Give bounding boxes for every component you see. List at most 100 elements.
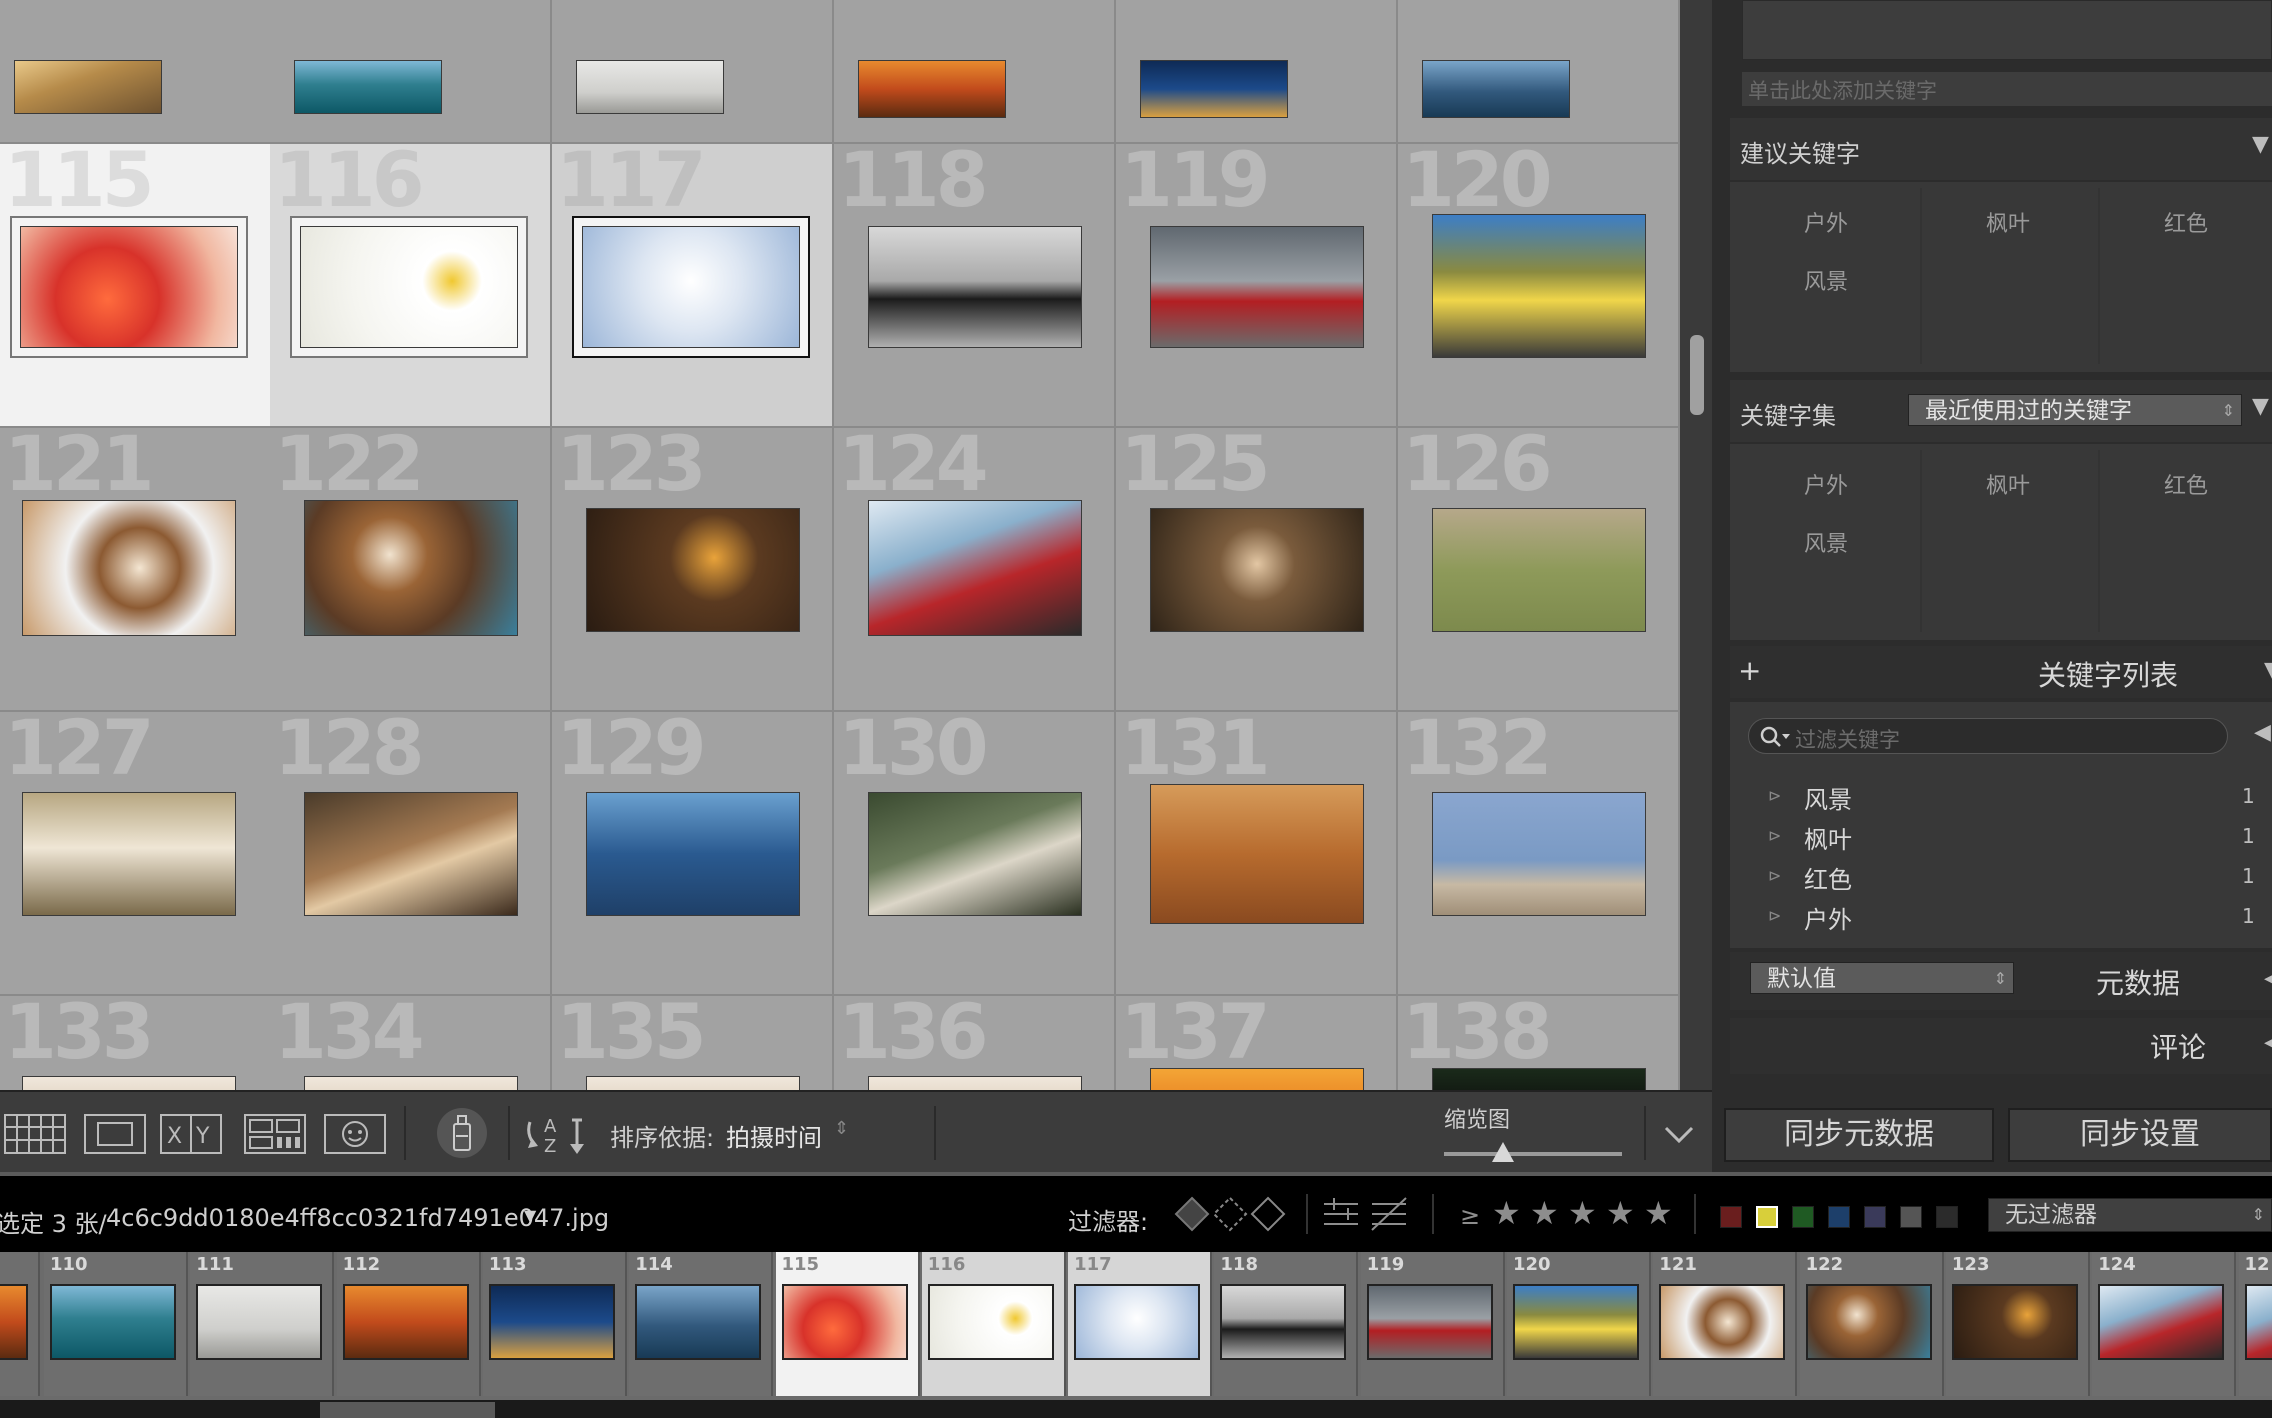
filmstrip-cell[interactable]	[0, 1252, 40, 1396]
photo-thumbnail[interactable]	[22, 1076, 236, 1090]
photo-thumbnail[interactable]	[1150, 1068, 1364, 1090]
grid-cell[interactable]: 137	[1116, 996, 1398, 1090]
keyword-tags-area[interactable]	[1742, 0, 2272, 60]
sort-value[interactable]: 拍摄时间	[726, 1118, 822, 1153]
grid-cell[interactable]: 122	[270, 428, 552, 712]
grid-cell[interactable]: 124	[834, 428, 1116, 712]
add-keyword-field[interactable]: 单击此处添加关键字	[1742, 72, 2272, 106]
suggested-keyword[interactable]: 红色	[2098, 206, 2272, 238]
filename-dropdown-icon[interactable]: ▼	[524, 1206, 536, 1225]
filmstrip-cell[interactable]: 12	[2238, 1252, 2272, 1396]
thumbnail-size-knob[interactable]	[1491, 1142, 1514, 1162]
grid-cell[interactable]: 123	[552, 428, 834, 712]
expand-arrow-icon[interactable]: ⊳	[1768, 866, 1781, 885]
filmstrip-thumbnail[interactable]	[927, 1284, 1054, 1360]
star-icon[interactable]: ★	[1606, 1194, 1635, 1232]
sort-dropdown-icon[interactable]: ⇕	[834, 1118, 849, 1139]
filmstrip-cell[interactable]: 121	[1653, 1252, 1798, 1396]
collapse-triangle-icon[interactable]: ▼	[2252, 132, 2269, 157]
color-label-swatch[interactable]	[1864, 1206, 1886, 1228]
filmstrip-cell[interactable]: 120	[1507, 1252, 1651, 1396]
photo-thumbnail[interactable]	[304, 792, 518, 916]
color-label-swatch[interactable]	[1900, 1206, 1922, 1228]
grid-cell[interactable]: 118	[834, 144, 1116, 428]
filmstrip-thumbnail[interactable]	[488, 1284, 615, 1360]
suggested-keyword[interactable]: 枫叶	[1920, 206, 2096, 238]
color-label-swatch[interactable]	[1756, 1206, 1778, 1228]
star-icon[interactable]: ★	[1644, 1194, 1673, 1232]
keyword-list-header[interactable]: + 关键字列表 ▼	[1730, 646, 2272, 698]
photo-thumbnail[interactable]	[1432, 792, 1646, 916]
photo-thumbnail[interactable]	[304, 500, 518, 636]
grid-cell[interactable]: 129	[552, 712, 834, 996]
expand-triangle-icon[interactable]: ◀	[2264, 1030, 2272, 1055]
photo-thumbnail[interactable]	[1150, 226, 1364, 348]
grid-cell[interactable]: 120	[1398, 144, 1680, 428]
people-view-icon[interactable]	[324, 1114, 386, 1154]
grid-cell[interactable]: 119	[1116, 144, 1398, 428]
color-label-swatch[interactable]	[1792, 1206, 1814, 1228]
expand-triangle-icon[interactable]: ◀	[2264, 966, 2272, 991]
photo-thumbnail[interactable]	[586, 792, 800, 916]
filmstrip-thumbnail[interactable]	[635, 1284, 762, 1360]
filmstrip-thumbnail[interactable]	[1513, 1284, 1639, 1360]
filmstrip-cell[interactable]: 112	[336, 1252, 481, 1396]
grid-cell[interactable]: 125	[1116, 428, 1398, 712]
photo-thumbnail[interactable]	[868, 792, 1082, 916]
expand-arrow-icon[interactable]: ⊳	[1768, 826, 1781, 845]
filmstrip-thumbnail[interactable]	[1659, 1284, 1786, 1360]
star-icon[interactable]: ★	[1530, 1194, 1559, 1232]
photo-thumbnail[interactable]	[868, 226, 1082, 348]
photo-thumbnail[interactable]	[304, 1076, 518, 1090]
grid-cell[interactable]: 133	[0, 996, 282, 1090]
color-label-swatch[interactable]	[1720, 1206, 1742, 1228]
grid-cell[interactable]: 134	[270, 996, 552, 1090]
grid-cell[interactable]: 115	[0, 144, 282, 428]
expand-arrow-icon[interactable]: ⊳	[1768, 906, 1781, 925]
grid-cell[interactable]	[1116, 0, 1398, 144]
filmstrip-thumbnail[interactable]	[196, 1284, 323, 1360]
filmstrip-cell[interactable]: 119	[1360, 1252, 1505, 1396]
grid-cell[interactable]: 121	[0, 428, 282, 712]
photo-thumbnail[interactable]	[1432, 1068, 1646, 1090]
grid-cell[interactable]: 117	[552, 144, 834, 428]
keyword-set-item[interactable]: 红色	[2098, 468, 2272, 500]
filmstrip-cell[interactable]: 117	[1068, 1252, 1213, 1396]
grid-cell[interactable]: 130	[834, 712, 1116, 996]
star-icon[interactable]: ★	[1492, 1194, 1521, 1232]
filmstrip-scrollbar-thumb[interactable]	[320, 1402, 495, 1418]
sync-settings-button[interactable]: 同步设置	[2008, 1108, 2272, 1162]
grid-cell[interactable]: 128	[270, 712, 552, 996]
filmstrip-cell[interactable]: 123	[1945, 1252, 2090, 1396]
filmstrip-cell[interactable]: 114	[629, 1252, 774, 1396]
color-label-swatch[interactable]	[1828, 1206, 1850, 1228]
grid-cell[interactable]: 131	[1116, 712, 1398, 996]
sync-metadata-button[interactable]: 同步元数据	[1724, 1108, 1994, 1162]
keyword-set-item[interactable]: 枫叶	[1920, 468, 2096, 500]
suggested-keywords-header[interactable]: 建议关键字 ▼	[1730, 118, 2272, 180]
grid-cell[interactable]: 136	[834, 996, 1116, 1090]
grid-cell[interactable]	[552, 0, 834, 144]
filmstrip-thumbnail[interactable]	[0, 1284, 28, 1360]
grid-cell[interactable]	[1398, 0, 1680, 144]
photo-thumbnail[interactable]	[1150, 508, 1364, 632]
compare-view-icon[interactable]: X Y	[160, 1114, 222, 1154]
filmstrip-cell[interactable]: 116	[921, 1252, 1066, 1396]
filmstrip-cell[interactable]: 113	[482, 1252, 627, 1396]
photo-thumbnail[interactable]	[574, 218, 808, 356]
photo-thumbnail[interactable]	[294, 60, 442, 114]
filmstrip-thumbnail[interactable]	[2098, 1284, 2225, 1360]
clear-filter-triangle-icon[interactable]: ◀	[2254, 720, 2271, 745]
toolbar-menu-chevron-icon[interactable]	[1664, 1126, 1694, 1144]
photo-thumbnail[interactable]	[586, 1076, 800, 1090]
color-label-swatch[interactable]	[1936, 1206, 1958, 1228]
suggested-keyword[interactable]: 户外	[1738, 206, 1914, 238]
comments-header[interactable]: 评论 ◀	[1730, 1018, 2272, 1074]
sort-order-icon[interactable]: A Z	[524, 1110, 594, 1158]
flag-filter-icons[interactable]	[1172, 1194, 1288, 1234]
filmstrip-cell[interactable]: 110	[44, 1252, 188, 1396]
photo-thumbnail[interactable]	[576, 60, 724, 114]
collapse-triangle-icon[interactable]: ▼	[2264, 658, 2272, 683]
grid-cell[interactable]: 135	[552, 996, 834, 1090]
grid-cell[interactable]: 127	[0, 712, 282, 996]
